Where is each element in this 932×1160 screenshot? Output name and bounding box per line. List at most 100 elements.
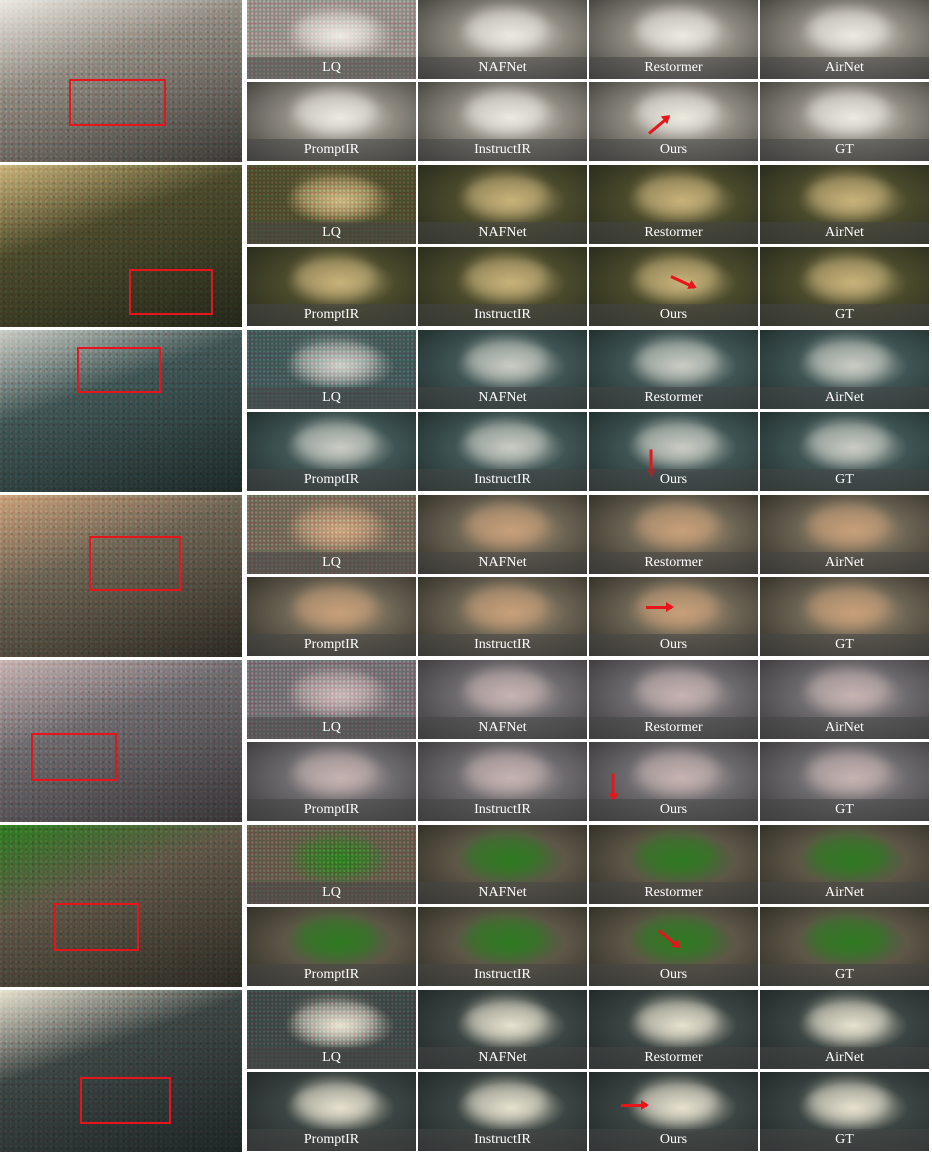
- method-label: LQ: [322, 885, 341, 900]
- patch-ours: Ours: [589, 247, 758, 326]
- noise-texture: [0, 990, 242, 1152]
- subject-detail: [637, 503, 717, 545]
- highlight-arrow-icon: [611, 773, 615, 800]
- subject-detail: [637, 90, 717, 132]
- patch-restormer: Restormer: [589, 330, 758, 409]
- method-label: Ours: [659, 802, 688, 817]
- subject-detail: [466, 420, 546, 462]
- patch-ours: Ours: [589, 742, 758, 821]
- patch-restormer: Restormer: [589, 825, 758, 904]
- patch-restormer: Restormer: [589, 495, 758, 574]
- method-label: Restormer: [644, 60, 703, 75]
- method-label: GT: [835, 967, 854, 982]
- patch-lq: LQ: [247, 330, 416, 409]
- method-label: LQ: [322, 1050, 341, 1065]
- method-label: InstructIR: [474, 637, 531, 652]
- patch-promptir: PromptIR: [247, 247, 416, 326]
- subject-detail: [637, 668, 717, 710]
- patch-restormer: Restormer: [589, 0, 758, 79]
- method-label: NAFNet: [478, 225, 527, 240]
- method-label: GT: [835, 802, 854, 817]
- method-label: PromptIR: [303, 802, 360, 817]
- comparison-figure: LQ NAFNet Restormer AirNet PromptIR InstructI…: [0, 0, 932, 1160]
- patch-nafnet: NAFNet: [418, 330, 587, 409]
- zoom-region-box: [54, 903, 139, 951]
- method-label: PromptIR: [303, 1132, 360, 1147]
- patch-promptir: PromptIR: [247, 82, 416, 161]
- comparison-row-harbor-boat: LQ NAFNet Restormer AirNet PromptIR InstructI…: [0, 990, 932, 1152]
- subject-detail: [466, 585, 546, 627]
- patch-restormer: Restormer: [589, 660, 758, 739]
- patch-airnet: AirNet: [760, 495, 929, 574]
- method-label: AirNet: [825, 1050, 864, 1065]
- overview-image-harbor-boat: [0, 990, 242, 1152]
- patch-airnet: AirNet: [760, 825, 929, 904]
- subject-detail: [808, 173, 888, 215]
- method-label: InstructIR: [474, 802, 531, 817]
- subject-detail: [295, 90, 375, 132]
- comparison-row-race-car: LQ NAFNet Restormer AirNet PromptIR InstructI…: [0, 0, 932, 162]
- method-label: AirNet: [825, 390, 864, 405]
- method-label: AirNet: [825, 720, 864, 735]
- patch-instructir: InstructIR: [418, 1072, 587, 1151]
- subject-detail: [466, 750, 546, 792]
- method-label: Ours: [659, 142, 688, 157]
- patch-airnet: AirNet: [760, 0, 929, 79]
- subject-detail: [295, 915, 375, 957]
- patch-instructir: InstructIR: [418, 247, 587, 326]
- subject-detail: [808, 8, 888, 50]
- subject-detail: [466, 833, 546, 875]
- overview-image-chipmunk: [0, 660, 242, 822]
- subject-detail: [295, 750, 375, 792]
- subject-detail: [637, 833, 717, 875]
- overview-image-seabird: [0, 330, 242, 492]
- method-label: LQ: [322, 60, 341, 75]
- patch-restormer: Restormer: [589, 165, 758, 244]
- method-label: AirNet: [825, 225, 864, 240]
- patch-instructir: InstructIR: [418, 742, 587, 821]
- subject-detail: [466, 503, 546, 545]
- patch-instructir: InstructIR: [418, 907, 587, 986]
- patch-promptir: PromptIR: [247, 1072, 416, 1151]
- method-label: Ours: [659, 1132, 688, 1147]
- patch-promptir: PromptIR: [247, 412, 416, 491]
- method-label: Ours: [659, 967, 688, 982]
- patch-gt: GT: [760, 577, 929, 656]
- method-label: Restormer: [644, 390, 703, 405]
- subject-detail: [808, 833, 888, 875]
- subject-detail: [466, 338, 546, 380]
- patch-airnet: AirNet: [760, 330, 929, 409]
- patch-gt: GT: [760, 907, 929, 986]
- method-label: LQ: [322, 555, 341, 570]
- subject-detail: [808, 420, 888, 462]
- subject-detail: [466, 668, 546, 710]
- subject-detail: [637, 750, 717, 792]
- subject-detail: [637, 8, 717, 50]
- patch-nafnet: NAFNet: [418, 495, 587, 574]
- method-label: NAFNet: [478, 720, 527, 735]
- patch-nafnet: NAFNet: [418, 990, 587, 1069]
- method-label: LQ: [322, 390, 341, 405]
- overview-image-green-snake: [0, 825, 242, 987]
- method-label: PromptIR: [303, 142, 360, 157]
- patch-nafnet: NAFNet: [418, 660, 587, 739]
- subject-detail: [808, 1080, 888, 1122]
- comparison-row-green-snake: LQ NAFNet Restormer AirNet PromptIR InstructI…: [0, 825, 932, 987]
- method-label: GT: [835, 1132, 854, 1147]
- patch-ours: Ours: [589, 1072, 758, 1151]
- patch-promptir: PromptIR: [247, 577, 416, 656]
- overview-image-coyote: [0, 495, 242, 657]
- patch-lq: LQ: [247, 660, 416, 739]
- method-label: GT: [835, 142, 854, 157]
- subject-detail: [808, 255, 888, 297]
- method-label: InstructIR: [474, 967, 531, 982]
- subject-detail: [466, 90, 546, 132]
- patch-airnet: AirNet: [760, 660, 929, 739]
- patch-lq: LQ: [247, 990, 416, 1069]
- patch-gt: GT: [760, 742, 929, 821]
- subject-detail: [637, 255, 717, 297]
- subject-detail: [808, 90, 888, 132]
- method-label: AirNet: [825, 555, 864, 570]
- method-label: LQ: [322, 720, 341, 735]
- patch-lq: LQ: [247, 165, 416, 244]
